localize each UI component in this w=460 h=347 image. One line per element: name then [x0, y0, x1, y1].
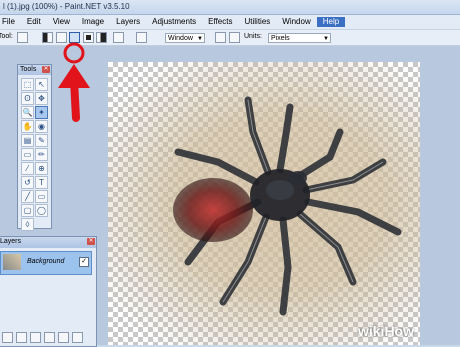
clone-stamp-icon[interactable]: ⊕ [35, 162, 48, 175]
wikihow-watermark: wikiHow [357, 323, 414, 339]
ellipse-icon[interactable]: ◯ [35, 204, 48, 217]
layer-row[interactable]: Background ✓ [0, 251, 92, 275]
layer-name: Background [27, 258, 65, 265]
tool-dropdown-button[interactable] [17, 32, 28, 43]
chevron-down-icon: ▼ [197, 36, 203, 42]
color-picker-icon[interactable]: ⁄ [21, 162, 34, 175]
antialias-icon[interactable] [136, 32, 147, 43]
layers-panel: Layers ✕ Background ✓ [0, 236, 97, 347]
selection-mode-replace-icon[interactable] [42, 32, 53, 43]
grid-icon[interactable] [229, 32, 240, 43]
duplicate-layer-icon[interactable] [30, 332, 41, 343]
tarantula-image [173, 96, 402, 316]
tool-label: Tool: [0, 33, 13, 40]
units-select[interactable]: Pixels ▼ [268, 33, 331, 43]
delete-layer-icon[interactable] [16, 332, 27, 343]
image-canvas[interactable]: wikiHow [108, 62, 420, 345]
menu-item-file[interactable]: File [0, 17, 21, 27]
layer-visibility-checkbox[interactable]: ✓ [79, 257, 89, 267]
close-icon[interactable]: ✕ [87, 238, 95, 245]
pan-icon[interactable]: ✋ [21, 120, 34, 133]
tools-panel-header[interactable]: Tools ✕ [18, 65, 51, 75]
toolbar: Tool: Window ▼ Units: Pixels ▼ [0, 30, 460, 46]
sampling-select[interactable]: Window ▼ [165, 33, 205, 43]
add-layer-icon[interactable] [2, 332, 13, 343]
menu-item-help[interactable]: Help [316, 17, 346, 27]
rect-select-icon[interactable]: ⬚ [21, 78, 34, 91]
menu-bar: File Edit View Image Layers Adjustments Effect… [0, 15, 460, 30]
move-icon[interactable]: ✥ [35, 92, 48, 105]
move-down-icon[interactable] [72, 332, 83, 343]
bucket-icon[interactable]: ◉ [35, 120, 48, 133]
units-value: Pixels [271, 35, 290, 42]
layers-panel-header[interactable]: Layers ✕ [0, 237, 96, 248]
line-icon[interactable]: ╱ [21, 190, 34, 203]
title-bar: l (1).jpg (100%) - Paint.NET v3.5.10 [0, 0, 460, 15]
layers-panel-title: Layers [0, 238, 22, 245]
settings-icon[interactable] [215, 32, 226, 43]
menu-item-image[interactable]: Image [76, 17, 110, 27]
zoom-icon[interactable]: 🔍 [21, 106, 34, 119]
eraser-icon[interactable]: ▭ [21, 148, 34, 161]
window-title: l (1).jpg (100%) - Paint.NET v3.5.10 [3, 2, 130, 11]
selection-mode-intersect-icon[interactable] [83, 32, 94, 43]
tools-panel-title: Tools [20, 66, 37, 73]
close-icon[interactable]: ✕ [42, 66, 50, 73]
chevron-down-icon: ▼ [323, 36, 329, 42]
menu-item-layers[interactable]: Layers [110, 17, 146, 27]
recolor-icon[interactable]: ↺ [21, 176, 34, 189]
rounded-rect-icon[interactable]: ▢ [21, 204, 34, 217]
gradient-icon[interactable]: ▤ [21, 134, 34, 147]
flood-mode-icon[interactable] [113, 32, 124, 43]
menu-item-effects[interactable]: Effects [202, 17, 238, 27]
units-label: Units: [244, 33, 262, 40]
rectangle-icon[interactable]: ▭ [35, 190, 48, 203]
menu-item-adjustments[interactable]: Adjustments [146, 17, 202, 27]
selection-mode-exclude-icon[interactable] [69, 32, 80, 43]
selection-mode-invert-icon[interactable] [96, 32, 107, 43]
menu-item-edit[interactable]: Edit [21, 17, 47, 27]
move-up-icon[interactable] [58, 332, 69, 343]
freeform-icon[interactable]: ◊ [21, 218, 34, 231]
menu-item-utilities[interactable]: Utilities [238, 17, 276, 27]
menu-item-window[interactable]: Window [276, 17, 316, 27]
lasso-icon[interactable]: ʘ [21, 92, 34, 105]
magic-wand-icon[interactable]: ✦ [35, 106, 48, 119]
tools-panel: Tools ✕ ⬚ ↖ ʘ ✥ 🔍 ✦ ✋ ◉ ▤ ✎ ▭ ✏ ⁄ ⊕ ↺ T ╱ ▭ ▢ ◯ ◊ [17, 64, 52, 231]
layer-thumbnail [3, 254, 21, 270]
move-selection-icon[interactable]: ↖ [35, 78, 48, 91]
paintbrush-icon[interactable]: ✎ [35, 134, 48, 147]
layers-button-bar [0, 332, 96, 343]
pencil-icon[interactable]: ✏ [35, 148, 48, 161]
selection-mode-union-icon[interactable] [56, 32, 67, 43]
sampling-value: Window [168, 35, 193, 42]
merge-layer-icon[interactable] [44, 332, 55, 343]
menu-item-view[interactable]: View [47, 17, 76, 27]
text-icon[interactable]: T [35, 176, 48, 189]
